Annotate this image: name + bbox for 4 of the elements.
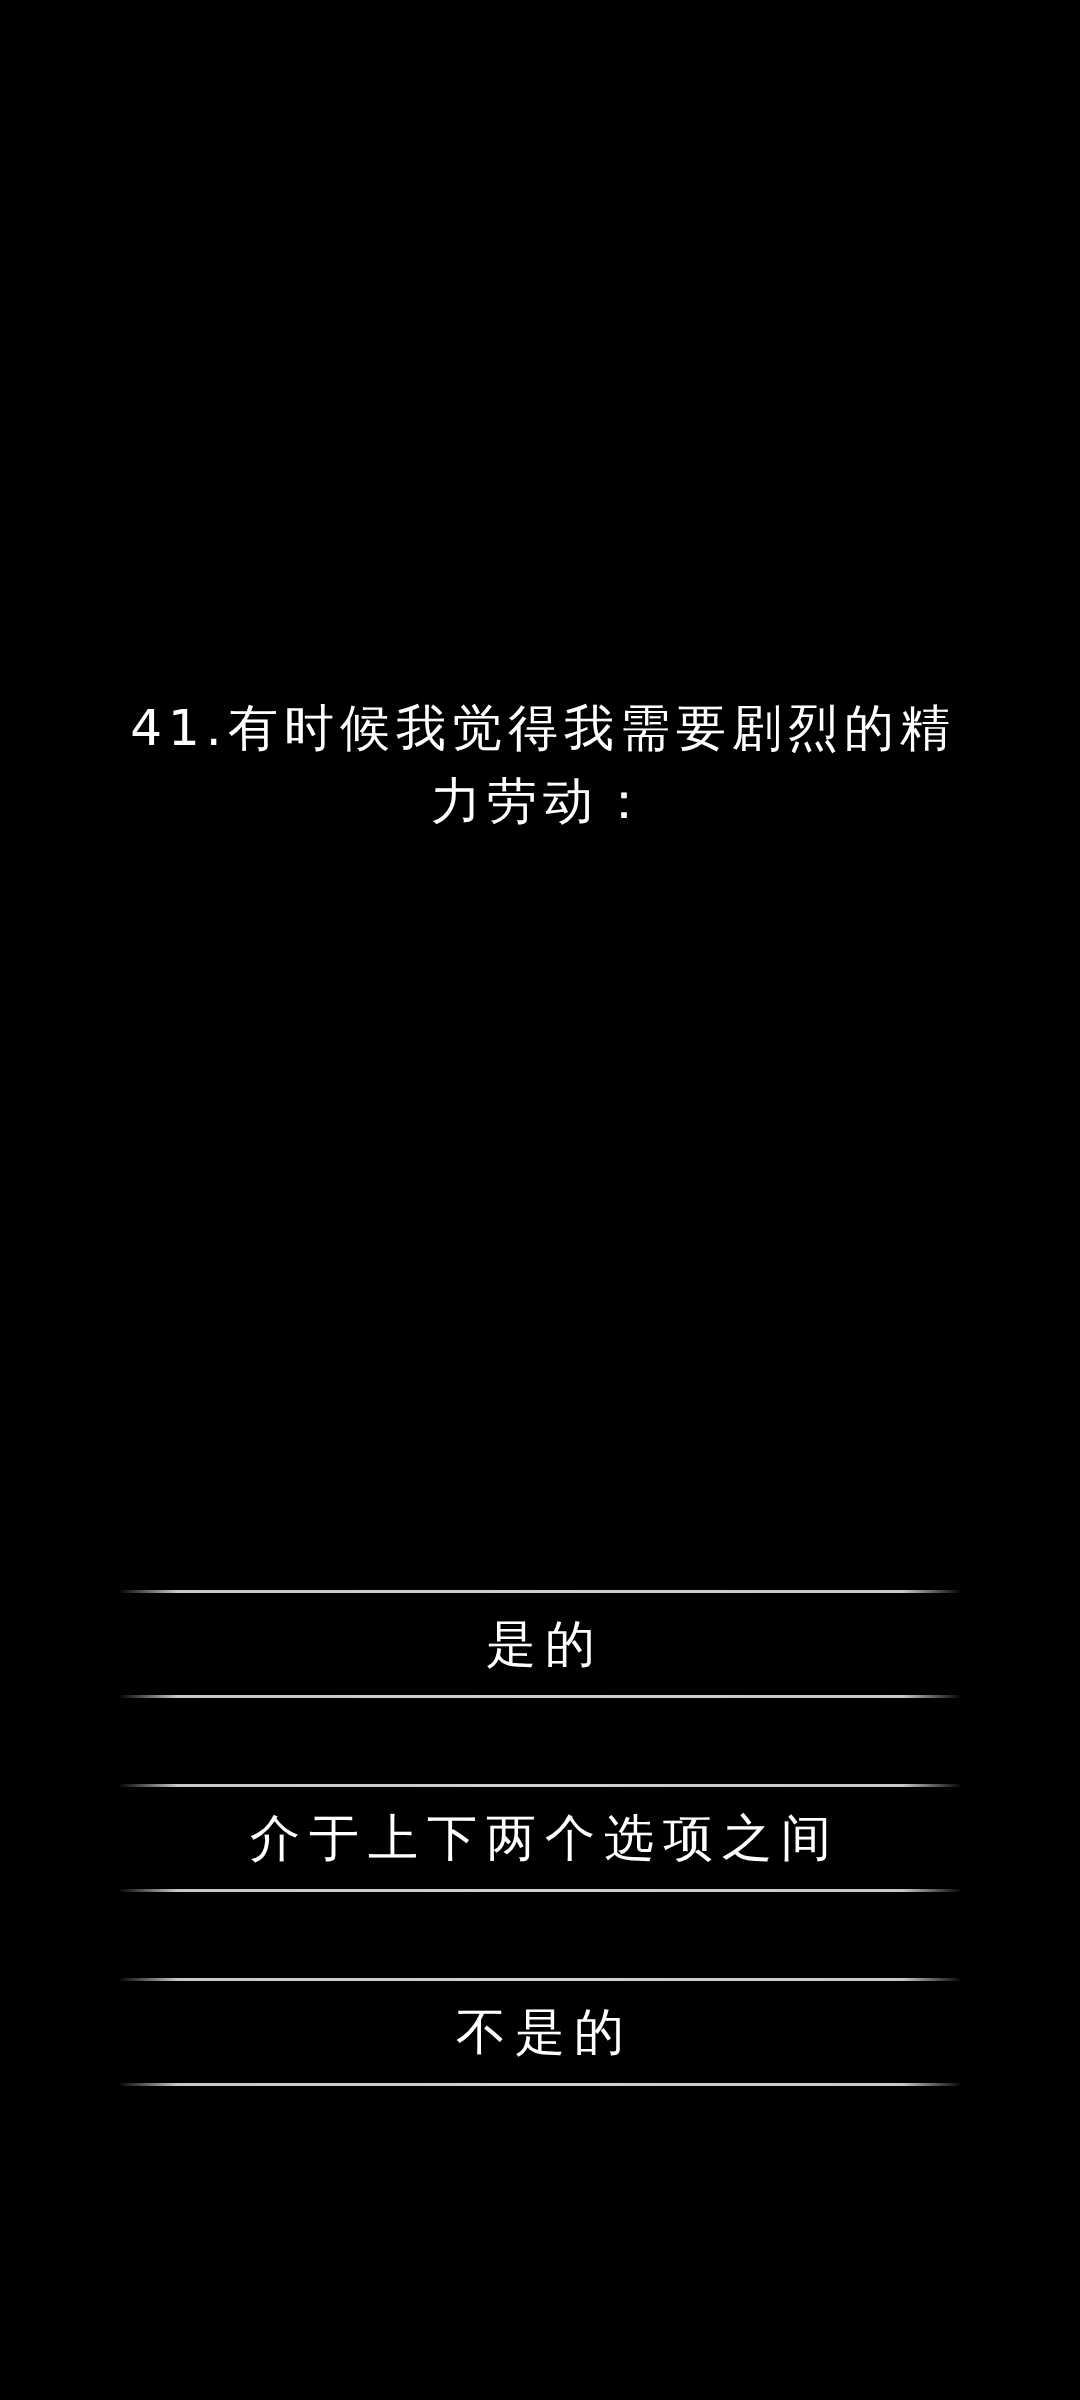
question-text: 41.有时候我觉得我需要剧烈的精力劳动： — [129, 698, 957, 832]
answer-option[interactable]: 不是的 — [118, 1978, 962, 2086]
answer-option[interactable]: 介于上下两个选项之间 — [118, 1784, 962, 1892]
answer-option[interactable]: 是的 — [118, 1590, 962, 1698]
